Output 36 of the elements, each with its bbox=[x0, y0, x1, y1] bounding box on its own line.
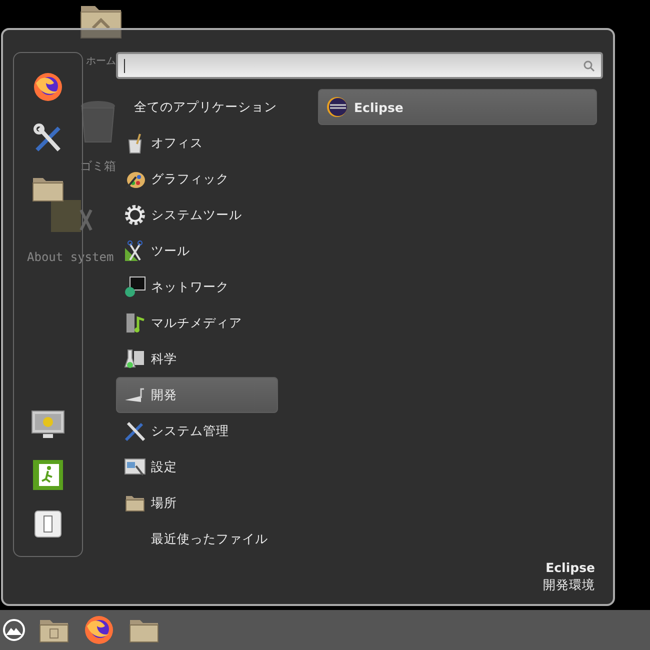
network-icon bbox=[124, 276, 146, 298]
application-item[interactable]: Eclipse bbox=[318, 89, 597, 125]
folder-icon[interactable] bbox=[39, 617, 69, 643]
eclipse-icon bbox=[326, 96, 348, 118]
settings-window-icon bbox=[124, 456, 146, 478]
firefox-icon[interactable] bbox=[32, 71, 64, 103]
desktop-icon-label: About system bbox=[27, 250, 114, 264]
switch-icon[interactable] bbox=[34, 510, 62, 538]
category-item[interactable]: 最近使ったファイル bbox=[116, 521, 278, 557]
category-item[interactable]: 科学 bbox=[116, 341, 278, 377]
exit-icon[interactable] bbox=[33, 460, 63, 490]
category-item[interactable]: 設定 bbox=[116, 449, 278, 485]
category-item[interactable]: オフィス bbox=[116, 125, 278, 161]
mountain-logo-icon[interactable] bbox=[3, 619, 25, 641]
category-item[interactable]: システムツール bbox=[116, 197, 278, 233]
film-music-icon bbox=[124, 312, 146, 334]
category-item[interactable]: マルチメディア bbox=[116, 305, 278, 341]
folder-icon bbox=[125, 494, 145, 512]
app-name: Eclipse bbox=[546, 560, 595, 575]
search-icon bbox=[583, 60, 595, 72]
search-field[interactable] bbox=[116, 52, 603, 79]
category-item[interactable]: ツール bbox=[116, 233, 278, 269]
gear-icon bbox=[124, 204, 146, 226]
desktop-icon-label: ホーム bbox=[86, 55, 116, 68]
category-item[interactable]: 場所 bbox=[116, 485, 278, 521]
folder-icon[interactable] bbox=[32, 175, 64, 203]
category-item[interactable]: 開発 bbox=[116, 377, 278, 413]
firefox-icon[interactable] bbox=[83, 614, 115, 646]
category-item[interactable]: 全てのアプリケーション bbox=[116, 89, 278, 125]
flask-icon bbox=[124, 348, 146, 370]
category-item[interactable]: グラフィック bbox=[116, 161, 278, 197]
category-item[interactable]: システム管理 bbox=[116, 413, 278, 449]
category-item[interactable]: ネットワーク bbox=[116, 269, 278, 305]
tools-icon bbox=[124, 420, 146, 442]
app-description: 開発環境 bbox=[543, 577, 595, 594]
folder-icon[interactable] bbox=[129, 617, 159, 643]
